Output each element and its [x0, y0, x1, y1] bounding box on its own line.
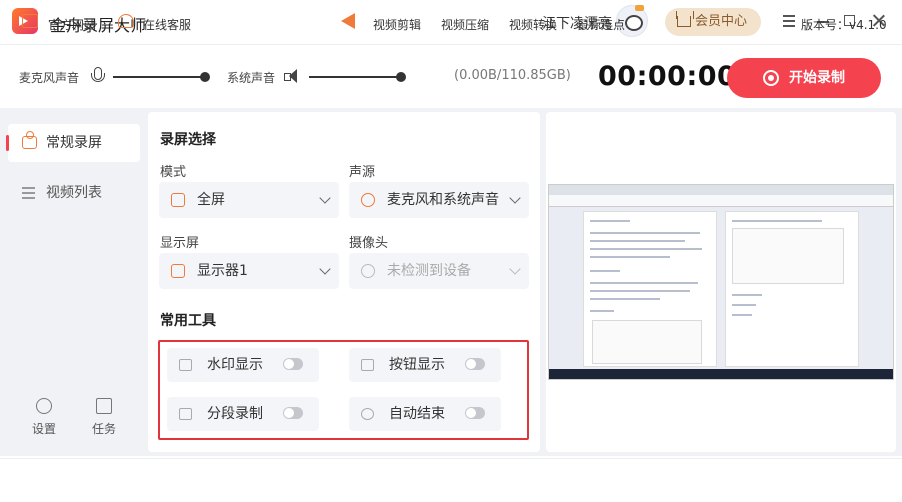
sidebar-item-label: 常规录屏 — [46, 135, 102, 151]
display-label: 显示屏 — [160, 236, 200, 251]
fullscreen-icon — [171, 193, 185, 207]
vip-center-label: 会员中心 — [695, 14, 748, 29]
section-title-recording: 录屏选择 — [160, 132, 216, 148]
settings-label: 设置 — [31, 422, 56, 436]
audio-source-label: 声源 — [349, 165, 376, 180]
watermark-toggle[interactable] — [283, 358, 303, 370]
audio-toolbar: 麦克风声音 系统声音 (0.00B/110.85GB) 00:00:00 开始录… — [0, 44, 902, 108]
power-icon — [361, 408, 374, 420]
segment-icon — [179, 408, 192, 420]
tool-auto-stop[interactable]: 自动结束 — [349, 397, 501, 431]
footer-link-video-convert[interactable]: 视频转换 — [509, 16, 557, 33]
tool-label: 按钮显示 — [389, 357, 445, 373]
footer-link-auto-clicker[interactable]: 鼠标连点 — [577, 16, 625, 33]
tool-label: 分段录制 — [207, 406, 263, 422]
menu-icon[interactable] — [781, 13, 797, 29]
tool-segment-recording[interactable]: 分段录制 — [167, 397, 319, 431]
monitor-icon — [171, 264, 185, 278]
audio-source-icon — [361, 193, 375, 207]
crown-icon — [676, 11, 694, 27]
audio-source-value: 麦克风和系统声音 — [387, 192, 499, 208]
record-icon — [763, 70, 779, 86]
recording-timer: 00:00:00 — [598, 61, 737, 92]
mic-volume-knob[interactable] — [200, 72, 210, 82]
system-volume-knob[interactable] — [396, 72, 406, 82]
start-recording-label: 开始录制 — [789, 70, 845, 86]
online-service-link[interactable]: 在线客服 — [143, 16, 191, 33]
storage-info: (0.00B/110.85GB) — [454, 68, 571, 83]
settings-button[interactable]: 设置 — [24, 398, 64, 437]
screen-preview-image — [548, 184, 894, 380]
mode-dropdown[interactable]: 全屏 — [159, 182, 339, 218]
footer-link-video-compress[interactable]: 视频压缩 — [441, 16, 489, 33]
start-recording-button[interactable]: 开始录制 — [727, 58, 881, 98]
chevron-down-icon — [509, 192, 521, 204]
tool-label: 自动结束 — [389, 406, 445, 422]
display-value: 显示器1 — [197, 263, 248, 279]
sidebar-item-label: 视频列表 — [46, 185, 102, 201]
official-website-link[interactable]: 官方网站 — [48, 16, 96, 33]
megaphone-icon — [341, 13, 361, 29]
camera-value: 未检测到设备 — [387, 263, 471, 279]
camera-icon — [22, 131, 37, 149]
audio-source-dropdown[interactable]: 麦克风和系统声音 — [349, 182, 529, 218]
mode-label: 模式 — [160, 165, 187, 180]
button-display-toggle[interactable] — [465, 358, 485, 370]
headset-icon[interactable] — [118, 14, 134, 28]
system-volume-label: 系统声音 — [227, 71, 276, 85]
tool-label: 水印显示 — [207, 357, 263, 373]
mode-value: 全屏 — [197, 192, 225, 208]
microphone-icon[interactable] — [90, 67, 105, 85]
footer-link-video-edit[interactable]: 视频剪辑 — [373, 16, 421, 33]
chevron-down-icon — [319, 192, 331, 204]
tasks-button[interactable]: 任务 — [84, 398, 124, 437]
chevron-down-icon — [319, 263, 331, 275]
mic-volume-slider[interactable] — [113, 76, 205, 78]
tasks-label: 任务 — [91, 422, 116, 436]
mic-volume-label: 麦克风声音 — [19, 71, 80, 85]
keyboard-icon — [361, 359, 374, 371]
auto-stop-toggle[interactable] — [465, 407, 485, 419]
display-dropdown[interactable]: 显示器1 — [159, 253, 339, 289]
website-icon[interactable] — [22, 14, 38, 28]
section-title-tools: 常用工具 — [160, 313, 216, 329]
footer-bar — [0, 458, 902, 502]
camera-label: 摄像头 — [349, 236, 389, 251]
list-icon — [22, 186, 37, 199]
sidebar-item-video-list[interactable]: 视频列表 — [8, 174, 140, 212]
gear-icon — [36, 398, 52, 414]
speaker-icon[interactable] — [284, 69, 300, 83]
sidebar-item-regular-recording[interactable]: 常规录屏 — [6, 124, 140, 162]
webcam-icon — [361, 264, 375, 278]
tool-button-display[interactable]: 按钮显示 — [349, 348, 501, 382]
segment-recording-toggle[interactable] — [283, 407, 303, 419]
clipboard-icon — [96, 398, 112, 414]
chevron-down-icon — [509, 263, 521, 275]
system-volume-slider[interactable] — [309, 76, 401, 78]
sidebar: 常规录屏 视频列表 设置 任务 — [0, 112, 142, 452]
vip-center-button[interactable]: 会员中心 — [665, 8, 761, 36]
camera-dropdown: 未检测到设备 — [349, 253, 529, 289]
watermark-icon — [179, 359, 192, 371]
tool-watermark[interactable]: 水印显示 — [167, 348, 319, 382]
version-label: 版本号：v4.1.0 — [801, 18, 887, 32]
